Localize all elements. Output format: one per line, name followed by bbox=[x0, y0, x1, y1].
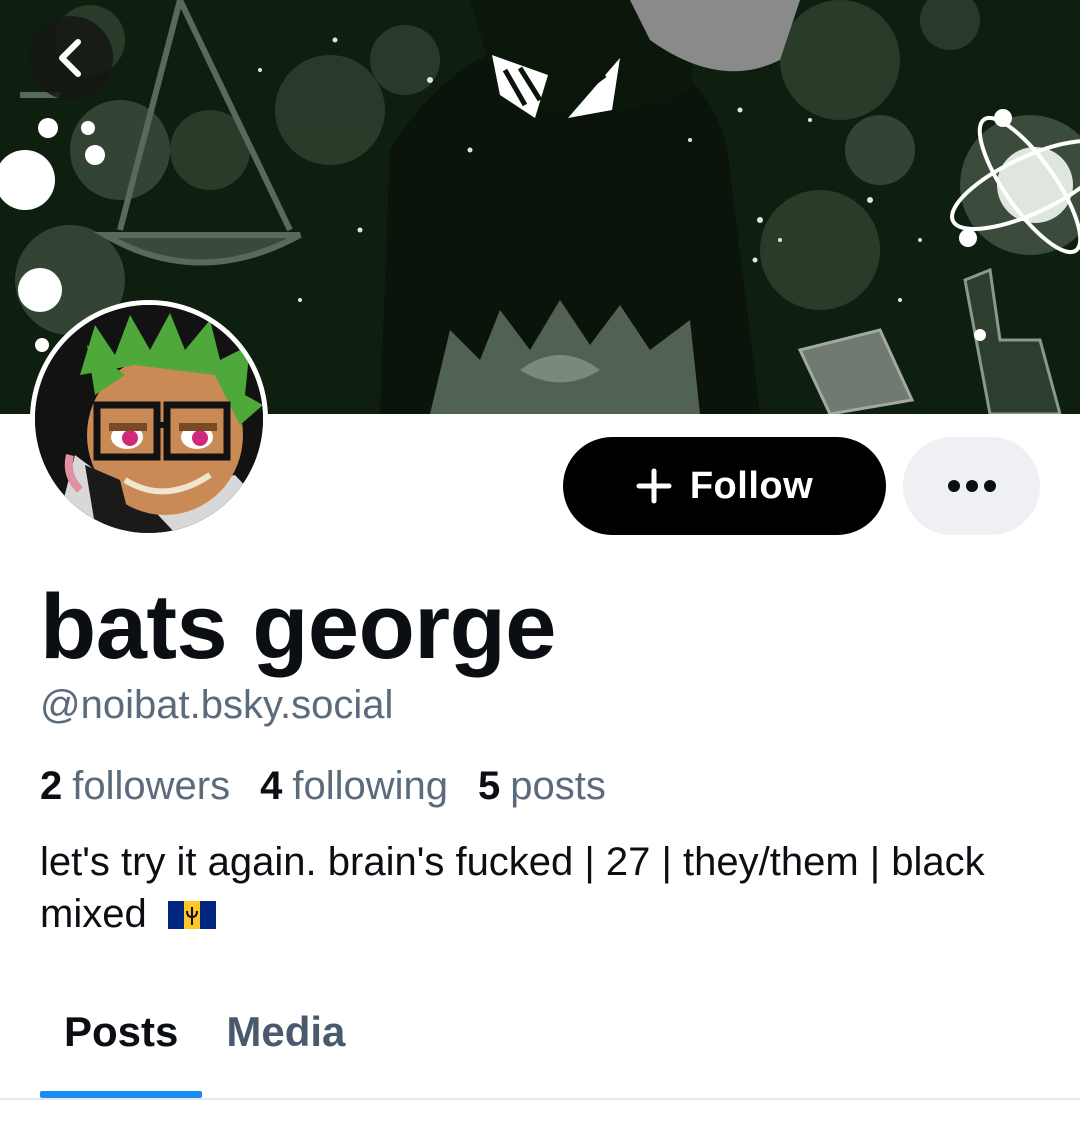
following-count: 4 bbox=[260, 764, 283, 808]
follow-button-label: Follow bbox=[689, 464, 814, 507]
chevron-left-icon bbox=[59, 39, 81, 77]
followers-stat[interactable]: 2 followers bbox=[40, 760, 230, 812]
tab-media-label: Media bbox=[226, 1008, 346, 1055]
posts-label: posts bbox=[510, 764, 606, 808]
followers-count: 2 bbox=[40, 764, 63, 808]
followers-label: followers bbox=[72, 764, 231, 808]
barbados-flag-icon bbox=[167, 901, 216, 929]
avatar[interactable] bbox=[30, 300, 268, 538]
tabs-divider bbox=[0, 1098, 1080, 1100]
active-tab-indicator bbox=[40, 1091, 203, 1098]
back-button[interactable] bbox=[29, 16, 113, 100]
following-label: following bbox=[292, 764, 448, 808]
profile-tabs: Posts Media bbox=[40, 1000, 369, 1098]
ellipsis-icon bbox=[947, 480, 996, 492]
tab-posts[interactable]: Posts bbox=[40, 1000, 203, 1098]
follow-button[interactable]: Follow bbox=[563, 437, 886, 535]
posts-stat: 5 posts bbox=[478, 760, 606, 812]
plus-icon bbox=[636, 468, 672, 504]
avatar-image bbox=[35, 305, 263, 533]
tab-posts-label: Posts bbox=[64, 1008, 179, 1055]
posts-count: 5 bbox=[478, 764, 501, 808]
following-stat[interactable]: 4 following bbox=[260, 760, 448, 812]
more-options-button[interactable] bbox=[903, 437, 1040, 535]
profile-handle: @noibat.bsky.social bbox=[40, 683, 394, 727]
profile-stats: 2 followers 4 following 5 posts bbox=[40, 760, 606, 812]
profile-bio: let's try it again. brain's fucked | 27 … bbox=[40, 836, 1040, 940]
tab-media[interactable]: Media bbox=[202, 1000, 369, 1098]
display-name: bats george bbox=[40, 576, 556, 678]
